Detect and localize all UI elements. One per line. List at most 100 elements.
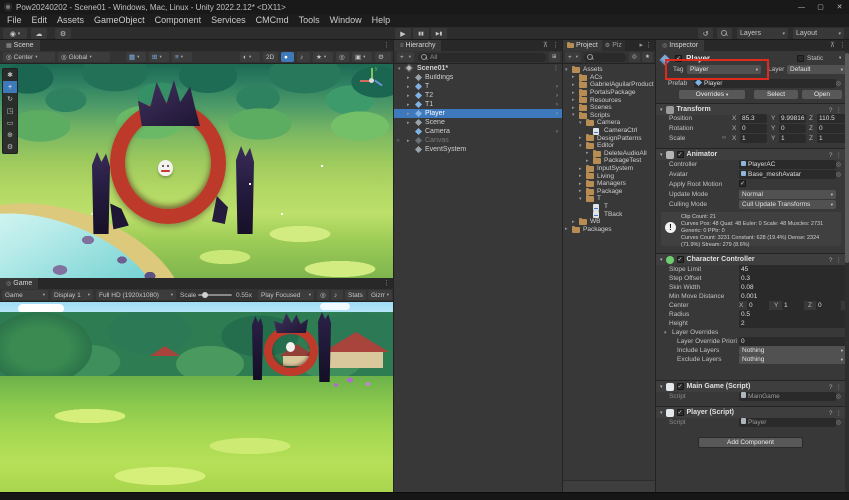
project-menu-icon[interactable]: ⋮ (645, 41, 652, 49)
project-item-portalspackage[interactable]: ▸ PortalsPackage (563, 88, 655, 97)
scene-pane-menu-icon[interactable]: ⋮ (383, 41, 390, 49)
height-field[interactable]: 2 (739, 319, 846, 328)
game-pane-menu-icon[interactable]: ⋮ (383, 279, 390, 287)
script-object-field[interactable]: Player (739, 418, 836, 427)
tab-inspector[interactable]: ◎ Inspector (656, 40, 705, 51)
project-favorites-toggle[interactable]: ★ (642, 52, 653, 62)
collapse-icon[interactable]: ▸ (579, 173, 582, 179)
collapse-icon[interactable]: ▸ (407, 102, 410, 108)
rotation-y-field[interactable]: 0 (779, 124, 806, 133)
min-move-distance-field[interactable]: 0.001 (739, 292, 846, 301)
collapse-icon[interactable]: ▾ (579, 143, 582, 149)
collapse-icon[interactable]: ▸ (407, 138, 410, 144)
select-button[interactable]: Select (754, 90, 798, 99)
collapse-icon[interactable]: ▾ (579, 120, 582, 126)
collapse-icon[interactable]: ▸ (407, 93, 410, 99)
radius-field[interactable]: 0.5 (739, 310, 846, 319)
hierarchy-item-scene[interactable]: ▸ Scene (394, 118, 562, 127)
effects-dropdown[interactable]: ★ ▾ (313, 52, 333, 62)
component-header-icons[interactable]: ?⋮ (829, 256, 845, 264)
snap-settings-button[interactable]: ⊞ ▾ (149, 52, 169, 62)
stats-button[interactable]: Stats (345, 290, 366, 300)
scale-x-field[interactable]: 1 (740, 134, 767, 143)
project-item-t[interactable]: ▾ T (563, 195, 655, 203)
hierarchy-item-eventsystem[interactable]: EventSystem (394, 145, 562, 154)
position-y-field[interactable]: 9.99816 (779, 114, 806, 123)
avatar-object-field[interactable]: Base_meshAvatar (739, 170, 836, 179)
minimize-button[interactable]: — (792, 0, 811, 14)
2d-toggle-button[interactable]: 2D (263, 52, 278, 62)
project-item-packages[interactable]: ▸ Packages (563, 225, 655, 234)
play-focused-dropdown[interactable]: Play Focused ▾ (258, 290, 314, 300)
transform-tool-button[interactable]: ⊕ (3, 129, 17, 141)
center-y-field[interactable]: 1 (782, 301, 804, 310)
project-item-packagetest[interactable]: ▸ PackageTest (563, 157, 655, 165)
component-header-icons[interactable]: ?⋮ (829, 151, 845, 159)
hierarchy-menu-icon[interactable]: ⋮ (552, 41, 559, 49)
tab-overflow-icon[interactable]: ▸ (639, 41, 643, 49)
project-item-assets[interactable]: ▾ Assets (563, 66, 655, 74)
open-prefab-arrow-icon[interactable]: › (556, 84, 558, 90)
static-checkbox[interactable] (797, 55, 804, 62)
pan-tool-button[interactable]: ✱ (3, 69, 17, 81)
update-mode-dropdown[interactable]: Normal ▾ (739, 190, 836, 199)
hierarchy-item-t1[interactable]: ▸ T1 › (394, 100, 562, 109)
project-item-managers[interactable]: ▸ Managers (563, 180, 655, 188)
menu-edit[interactable]: Edit (27, 14, 53, 27)
character-controller-header[interactable]: ▾ ✓ Character Controller ?⋮ (656, 253, 849, 265)
tab-hierarchy[interactable]: ≡ Hierarchy (394, 40, 442, 51)
menu-help[interactable]: Help (367, 14, 396, 27)
foldout-icon[interactable]: ▾ (664, 330, 667, 336)
mute-audio-button[interactable]: ♪ (331, 290, 343, 300)
hierarchy-item-canvas[interactable]: ✕ ▸ Canvas (394, 136, 562, 145)
collapse-icon[interactable]: ▸ (407, 111, 410, 117)
project-item-camera[interactable]: ▾ Camera (563, 119, 655, 127)
prefab-object-field[interactable]: Player (694, 79, 836, 88)
menu-window[interactable]: Window (325, 14, 367, 27)
tab-project[interactable]: Project (563, 40, 602, 51)
account-button[interactable]: ◉ ▾ (3, 28, 27, 39)
menu-tools[interactable]: Tools (294, 14, 325, 27)
prefab-picker-icon[interactable]: ◎ (836, 80, 841, 87)
layer-dropdown[interactable]: Default ▾ (787, 65, 846, 74)
link-scale-icon[interactable]: ∞ (722, 135, 726, 141)
exclude-layers-dropdown[interactable]: Nothing ▾ (739, 355, 846, 364)
collapse-icon[interactable]: ▾ (565, 67, 568, 73)
animator-header[interactable]: ▾ ✓ Animator ?⋮ (656, 148, 849, 160)
collapse-icon[interactable]: ▸ (407, 75, 410, 81)
scale-tool-button[interactable]: ◳ (3, 105, 17, 117)
inspector-scrollbar[interactable] (845, 51, 849, 492)
pick-disabled-icon[interactable]: ✕ (396, 138, 400, 144)
capture-button[interactable]: ◎ (317, 290, 329, 300)
collapse-icon[interactable]: ▸ (407, 84, 410, 90)
project-create-button[interactable]: + ▾ (565, 52, 581, 62)
object-picker-icon[interactable]: ◎ (836, 393, 841, 400)
hierarchy-item-player[interactable]: ▸ Player › (394, 109, 562, 118)
menu-component[interactable]: Component (150, 14, 207, 27)
undo-history-button[interactable]: ↺ (698, 28, 713, 39)
center-x-field[interactable]: 0 (747, 301, 769, 310)
project-item-gabrielaguilarproductio[interactable]: ▸ GabrielAguilarProductio (563, 81, 655, 89)
script-object-field[interactable]: MainGame (739, 392, 836, 401)
menu-file[interactable]: File (2, 14, 27, 27)
hierarchy-create-button[interactable]: + ▾ (397, 52, 414, 62)
inspector-menu-icon[interactable]: ⋮ (839, 41, 846, 49)
close-button[interactable]: ✕ (830, 0, 849, 14)
static-dropdown-icon[interactable]: ▾ (839, 55, 841, 61)
layers-dropdown[interactable]: Layers ▾ (737, 28, 788, 39)
overrides-dropdown[interactable]: Overrides ▾ (679, 90, 745, 99)
project-item-wb[interactable]: ▸ WB (563, 218, 655, 226)
pause-button[interactable]: ▮▮ (413, 28, 429, 39)
skin-width-field[interactable]: 0.08 (739, 283, 846, 292)
layer-override-priori-field[interactable]: 0 (739, 337, 846, 346)
menu-gameobject[interactable]: GameObject (89, 14, 150, 27)
culling-mode-dropdown[interactable]: Cull Update Transforms ▾ (739, 200, 836, 209)
open-prefab-arrow-icon[interactable]: › (556, 129, 558, 135)
menu-assets[interactable]: Assets (52, 14, 89, 27)
menu-services[interactable]: Services (206, 14, 251, 27)
collapse-icon[interactable]: ▸ (586, 150, 589, 156)
display-dropdown[interactable]: Display 1 ▾ (51, 290, 93, 300)
scene-audio-toggle[interactable]: ♪ (297, 52, 310, 62)
rotation-z-field[interactable]: 0 (817, 124, 846, 133)
search-button[interactable] (717, 28, 732, 39)
